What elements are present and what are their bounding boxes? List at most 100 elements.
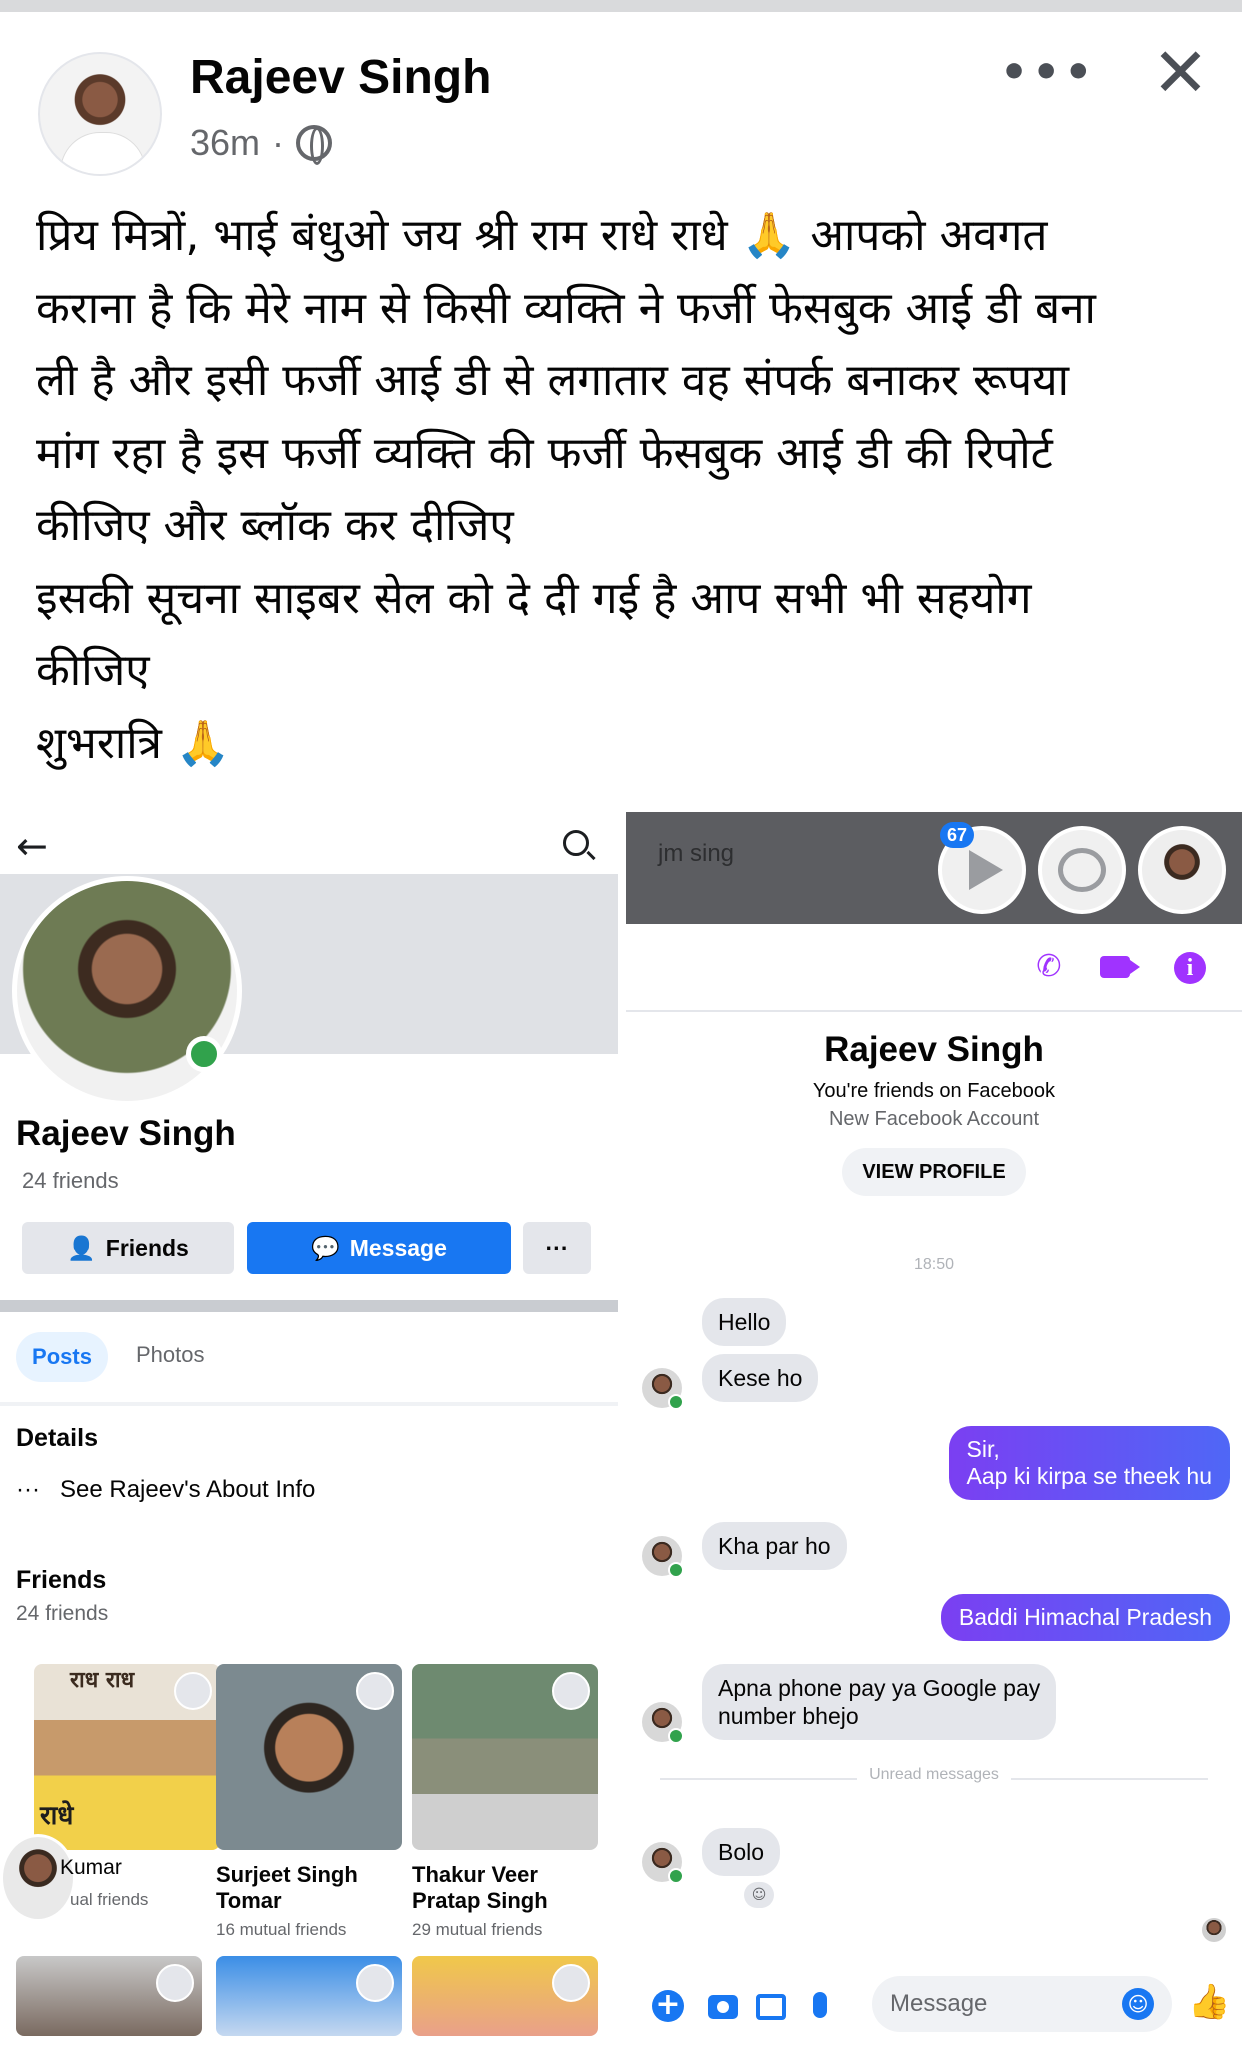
unread-label: Unread messages	[626, 1766, 1242, 1784]
account-note: New Facebook Account	[828, 1108, 1040, 1130]
friend-name: Kumar	[60, 1856, 122, 1879]
video-camera-icon	[1100, 956, 1140, 978]
more-options-icon[interactable]: •••	[1000, 51, 1096, 95]
incoming-message[interactable]: Hello	[702, 1298, 787, 1346]
sender-avatar	[642, 1536, 684, 1578]
incoming-message[interactable]: Kha par ho	[702, 1522, 847, 1570]
friends-heading: Friends	[16, 1566, 107, 1594]
post-line: कराना है कि मेरे नाम से किसी व्यक्ति ने …	[36, 282, 1096, 334]
view-profile-button[interactable]: VIEW PROFILE	[842, 1148, 1026, 1196]
microphone-icon[interactable]	[804, 1990, 836, 2022]
plus-icon[interactable]: +	[652, 1990, 684, 2022]
post-text: प्रिय मित्रों, भाई बंधुओ जय श्री राम राध…	[36, 200, 1216, 780]
post-line: इसकी सूचना साइबर सेल को दे दी गई है आप स…	[36, 572, 1032, 624]
conversation-header	[626, 924, 1242, 1012]
friend-card[interactable]	[16, 1956, 202, 2036]
friend-badge-icon	[552, 1964, 590, 2002]
messenger-icon: 💬	[311, 1234, 340, 1261]
post-line: कीजिए	[36, 645, 150, 696]
messenger-screenshot: jm sing 67 ✆ i Rajeev Singh You're frien…	[626, 812, 1242, 2059]
incoming-message[interactable]: Apna phone pay ya Google pay number bhej…	[702, 1664, 1057, 1740]
tab-posts[interactable]: Posts	[16, 1332, 108, 1382]
more-button[interactable]: ···	[523, 1222, 591, 1274]
thumbs-up-icon[interactable]: 👍	[1188, 1984, 1230, 2020]
play-icon	[969, 850, 1003, 890]
friend-mutual: ual friends	[70, 1890, 149, 1909]
person-check-icon: 👤	[67, 1234, 96, 1261]
friend-badge-icon	[174, 1672, 212, 1710]
friend-card[interactable]	[412, 1956, 598, 2036]
post-line: मांग रहा है इस फर्जी व्यक्ति की फर्जी फे…	[36, 427, 1053, 479]
top-divider	[0, 0, 1242, 12]
info-icon[interactable]: i	[1174, 952, 1208, 984]
friend-card[interactable]: Surjeet Singh Tomar 16 mutual friends	[216, 1664, 402, 1940]
friends-note: You're friends on Facebook	[812, 1080, 1056, 1102]
post-line: ली है और इसी फर्जी आई डी से लगातार वह सं…	[36, 355, 1070, 406]
profile-name: Rajeev Singh	[16, 1114, 236, 1153]
tab-photos[interactable]: Photos	[136, 1342, 205, 1368]
chathead-title: jm sing	[658, 840, 735, 867]
online-indicator	[186, 1036, 222, 1072]
back-arrow-icon[interactable]: ←	[16, 824, 48, 868]
friend-card[interactable]	[216, 1956, 402, 2036]
outgoing-message[interactable]: Sir, Aap ki kirpa se theek hu	[948, 1426, 1230, 1500]
about-info-link[interactable]: ··· See Rajeev's About Info	[16, 1476, 315, 1504]
outgoing-message[interactable]: Baddi Himachal Pradesh	[940, 1594, 1230, 1641]
photo-overlay-text: राधे	[40, 1801, 74, 1831]
friend-badge-icon	[156, 1964, 194, 2002]
incoming-message[interactable]: Kese ho	[702, 1354, 819, 1402]
friend-mutual: 16 mutual friends	[216, 1920, 347, 1939]
profile-screenshot: ← Rajeev Singh 24 friends 👤 Friends 💬 Me…	[0, 812, 618, 2059]
video-call-icon[interactable]	[1100, 952, 1140, 982]
about-info-label: See Rajeev's About Info	[59, 1476, 316, 1503]
message-button[interactable]: 💬 Message	[247, 1222, 511, 1274]
friends-button[interactable]: 👤 Friends	[22, 1222, 234, 1274]
seen-indicator	[1202, 1918, 1226, 1942]
section-divider	[0, 1300, 618, 1312]
sender-avatar	[642, 1368, 684, 1410]
phone-icon[interactable]: ✆	[1032, 952, 1066, 982]
reaction-icon[interactable]: ☺	[744, 1882, 774, 1908]
meta-separator: ·	[272, 122, 285, 163]
unread-label-text: Unread messages	[857, 1766, 1011, 1783]
author-avatar[interactable]	[38, 52, 162, 176]
globe-icon	[296, 125, 333, 165]
chat-timestamp: 18:50	[913, 1256, 955, 1273]
contact-chathead[interactable]	[1138, 826, 1226, 914]
dots-icon: ···	[16, 1476, 40, 1503]
friend-badge-icon	[356, 1964, 394, 2002]
search-icon[interactable]	[563, 830, 589, 856]
friends-button-label: Friends	[105, 1234, 189, 1261]
friend-name: Thakur Veer Pratap Singh	[412, 1862, 548, 1913]
friend-badge-icon	[356, 1672, 394, 1710]
notification-badge: 67	[940, 822, 974, 848]
sender-avatar	[642, 1702, 684, 1744]
friends-subcount: 24 friends	[16, 1602, 109, 1625]
message-button-label: Message	[349, 1234, 447, 1261]
author-name[interactable]: Rajeev Singh	[190, 50, 491, 105]
emoji-icon[interactable]: ☺	[1122, 1988, 1154, 2020]
details-heading: Details	[16, 1424, 98, 1452]
thin-divider	[0, 1402, 618, 1406]
sender-avatar	[642, 1842, 684, 1884]
friend-photo	[412, 1664, 598, 1850]
camera-icon[interactable]	[708, 1990, 740, 2022]
post-line: प्रिय मित्रों, भाई बंधुओ जय श्री राम राध…	[36, 210, 1048, 261]
friend-photo	[216, 1664, 402, 1850]
post-line: कीजिए और ब्लॉक कर दीजिए	[36, 500, 514, 551]
post-meta: 36m ·	[190, 122, 333, 165]
post-line: शुभरात्रि 🙏	[36, 717, 231, 769]
friend-name: Surjeet Singh Tomar	[216, 1862, 358, 1913]
friend-mutual: 29 mutual friends	[412, 1920, 543, 1939]
incoming-message[interactable]: Bolo	[702, 1828, 781, 1876]
contact-name: Rajeev Singh	[824, 1030, 1044, 1069]
messenger-icon	[1058, 848, 1106, 892]
profile-friends-count[interactable]: 24 friends	[22, 1168, 119, 1194]
close-icon[interactable]: ✕	[1152, 40, 1209, 108]
gallery-icon[interactable]	[756, 1990, 788, 2022]
photo-overlay-text: राध राध	[70, 1668, 135, 1693]
messenger-chathead[interactable]	[1038, 826, 1126, 914]
friend-card[interactable]: Thakur Veer Pratap Singh 29 mutual frien…	[412, 1664, 598, 1940]
friend-badge-icon	[552, 1672, 590, 1710]
post-time[interactable]: 36m	[190, 122, 260, 164]
